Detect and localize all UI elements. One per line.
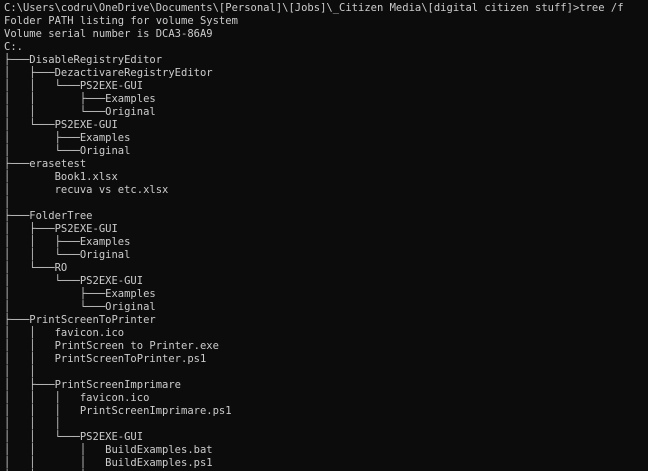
- output-line: │ ├───Examples: [4, 288, 156, 300]
- output-line: │ ├───PS2EXE-GUI: [4, 223, 118, 235]
- output-line: │ ├───DezactivareRegistryEditor: [4, 67, 213, 79]
- output-line: │ │ ├───Examples: [4, 93, 156, 105]
- output-line: │ │ ├───Examples: [4, 236, 131, 248]
- output-line: │ │ PrintScreen to Printer.exe: [4, 340, 219, 352]
- output-line: ├───erasetest: [4, 158, 87, 170]
- output-line: │ └───Original: [4, 301, 156, 313]
- output-line: │ └───RO: [4, 262, 68, 274]
- output-line: │ ├───PrintScreenImprimare: [4, 379, 182, 391]
- output-line: │ Book1.xlsx: [4, 171, 118, 183]
- output-line: │ │ favicon.ico: [4, 327, 125, 339]
- output-line: │ │ └───PS2EXE-GUI: [4, 80, 144, 92]
- output-line: ├───PrintScreenToPrinter: [4, 314, 156, 326]
- output-line: Volume serial number is DCA3-86A9: [4, 28, 213, 40]
- output-line: C:.: [4, 41, 23, 53]
- output-line: │ │ └───PS2EXE-GUI: [4, 431, 144, 443]
- output-line: │: [4, 197, 11, 209]
- terminal-output: C:\Users\codru\OneDrive\Documents\[Perso…: [0, 0, 648, 471]
- output-line: │ │ │ favicon.ico: [4, 392, 150, 404]
- output-line: ├───FolderTree: [4, 210, 93, 222]
- output-line: │ │ │ BuildExamples.ps1: [4, 457, 213, 469]
- output-line: │ │ └───Original: [4, 249, 131, 261]
- command-prompt-line: C:\Users\codru\OneDrive\Documents\[Perso…: [4, 2, 624, 14]
- output-line: │ │ │ BuildExamples.bat: [4, 444, 213, 456]
- output-line: │ │ PrintScreenToPrinter.ps1: [4, 353, 207, 365]
- terminal-window[interactable]: C:\Users\codru\OneDrive\Documents\[Perso…: [0, 0, 648, 471]
- output-line: │ │ │: [4, 418, 61, 430]
- output-line: │ │ └───Original: [4, 106, 156, 118]
- output-line: │ └───Original: [4, 145, 131, 157]
- output-line: │ │ │ PrintScreenImprimare.ps1: [4, 405, 232, 417]
- output-line: │ └───PS2EXE-GUI: [4, 275, 144, 287]
- output-line: Folder PATH listing for volume System: [4, 15, 238, 27]
- output-line: │ └───PS2EXE-GUI: [4, 119, 118, 131]
- output-line: │ recuva vs etc.xlsx: [4, 184, 169, 196]
- output-line: │ ├───Examples: [4, 132, 131, 144]
- output-line: │ │: [4, 366, 36, 378]
- output-line: ├───DisableRegistryEditor: [4, 54, 163, 66]
